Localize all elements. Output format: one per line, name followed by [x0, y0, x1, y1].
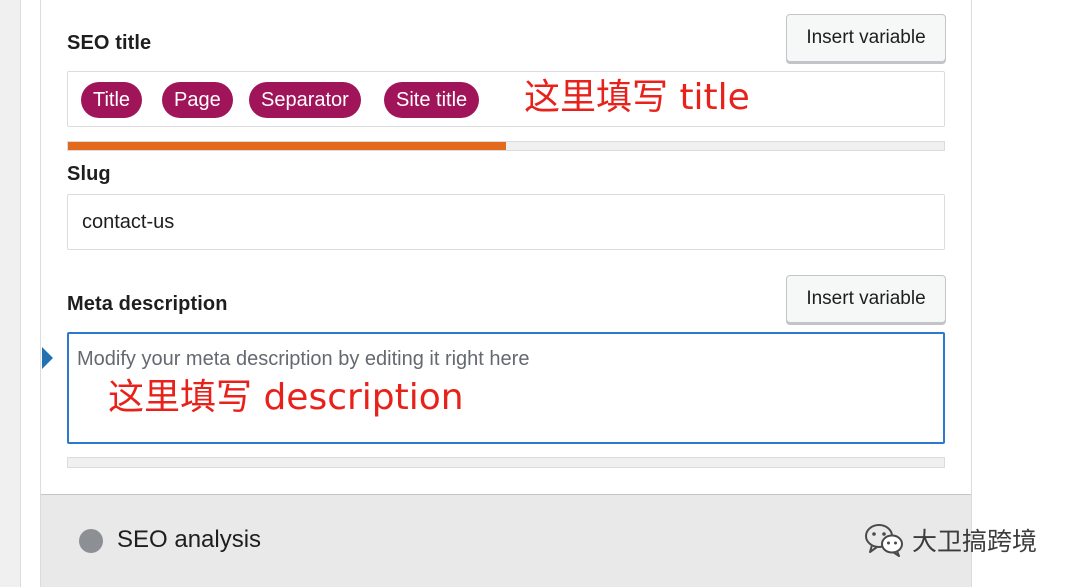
variable-pill-site-title[interactable]: Site title [384, 82, 480, 118]
seo-title-insert-variable-button[interactable]: Insert variable [786, 14, 946, 62]
left-gutter [0, 0, 21, 587]
seo-analysis-label: SEO analysis [117, 526, 262, 553]
status-dot-icon [79, 529, 103, 553]
description-annotation: 这里填写 description [108, 377, 464, 418]
watermark: 大卫搞跨境 [864, 522, 1037, 558]
slug-label: Slug [67, 163, 111, 185]
seo-analysis-section[interactable]: SEO analysis [41, 494, 971, 587]
seo-title-label: SEO title [67, 32, 152, 54]
seo-title-input[interactable]: Title Page Separator Site title [67, 71, 945, 127]
seo-title-progress-fill [68, 142, 506, 150]
variable-pill-title[interactable]: Title [81, 82, 143, 118]
meta-description-insert-variable-button[interactable]: Insert variable [786, 275, 946, 323]
watermark-text: 大卫搞跨境 [912, 527, 1038, 556]
title-annotation: 这里填写 title [524, 77, 750, 118]
meta-description-label: Meta description [67, 293, 228, 315]
wechat-icon [865, 524, 903, 557]
variable-pill-separator[interactable]: Separator [249, 82, 361, 118]
seo-title-progress-bar [67, 141, 945, 151]
slug-value: contact-us [82, 211, 175, 233]
meta-description-progress-bar [67, 457, 945, 468]
slug-input[interactable]: contact-us [67, 194, 945, 250]
focus-caret-icon [42, 347, 53, 369]
variable-pill-page[interactable]: Page [162, 82, 233, 118]
